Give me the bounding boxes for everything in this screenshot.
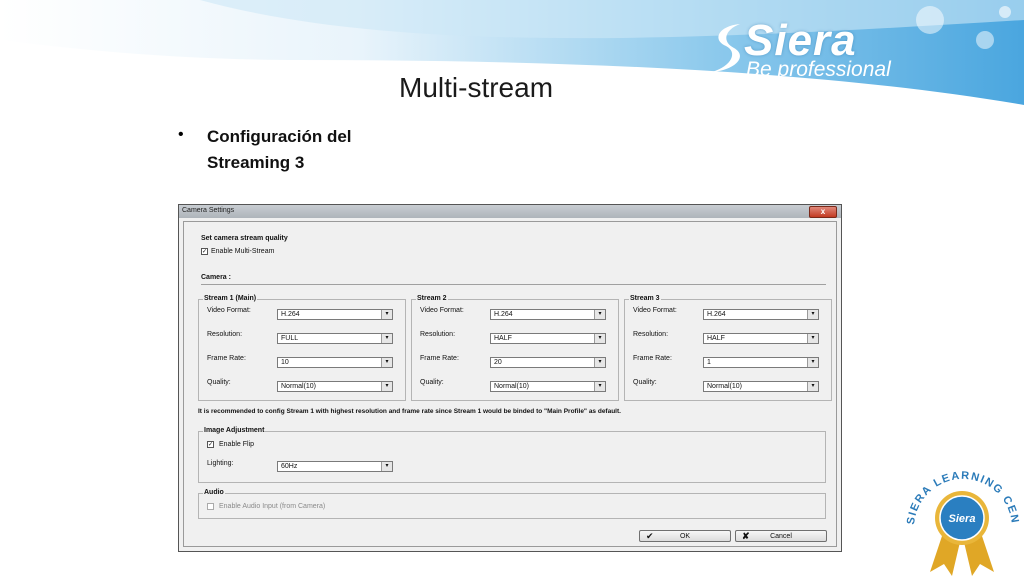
- lighting-select[interactable]: 60Hz ▾: [277, 461, 393, 472]
- chevron-down-icon: ▾: [594, 310, 605, 319]
- bullet-text: Configuración del Streaming 3: [207, 127, 352, 172]
- chevron-down-icon: ▾: [594, 382, 605, 391]
- quality-label: Quality:: [633, 379, 657, 386]
- quality-label: Quality:: [207, 379, 231, 386]
- chevron-down-icon: ▾: [594, 334, 605, 343]
- stream-3-group: Stream 3 Video Format: H.264 ▾ Resolution…: [624, 295, 832, 401]
- enable-multistream-label: Enable Multi-Stream: [211, 248, 275, 255]
- bullet-dot: •: [178, 126, 184, 143]
- enable-flip-label: Enable Flip: [219, 441, 255, 448]
- chevron-down-icon: ▾: [594, 358, 605, 367]
- logo-tagline: Be professional: [746, 58, 891, 81]
- stream-2-group: Stream 2 Video Format: H.264 ▾ Resolution…: [411, 295, 619, 401]
- stream-2-title: Stream 2: [416, 295, 448, 302]
- video-format-label: Video Format:: [633, 307, 677, 314]
- stream-3-title: Stream 3: [629, 295, 661, 302]
- dialog-body: Set camera stream quality ✓ Enable Multi…: [183, 221, 837, 547]
- audio-title: Audio: [203, 489, 225, 496]
- stream-1-group: Stream 1 (Main) Video Format: H.264 ▾ Res…: [198, 295, 406, 401]
- siera-learning-center-badge: SIERA LEARNING CENTER Siera: [895, 457, 1020, 576]
- stream-2-frame-rate-select[interactable]: 20 ▾: [490, 357, 606, 368]
- stream-3-frame-rate-select[interactable]: 1 ▾: [703, 357, 819, 368]
- slide-title: Multi-stream: [399, 72, 554, 103]
- frame-rate-label: Frame Rate:: [420, 355, 459, 362]
- enable-audio-label: Enable Audio Input (from Camera): [219, 503, 326, 510]
- enable-audio-checkbox[interactable]: [207, 503, 214, 510]
- dialog-titlebar[interactable]: Camera Settings x: [179, 205, 841, 218]
- stream-1-resolution-select[interactable]: FULL ▾: [277, 333, 393, 344]
- stream-1-video-format-select[interactable]: H.264 ▾: [277, 309, 393, 320]
- chevron-down-icon: ▾: [807, 358, 818, 367]
- chevron-down-icon: ▾: [807, 310, 818, 319]
- stream-3-video-format-select[interactable]: H.264 ▾: [703, 309, 819, 320]
- frame-rate-label: Frame Rate:: [207, 355, 246, 362]
- video-format-label: Video Format:: [207, 307, 251, 314]
- resolution-label: Resolution:: [420, 331, 456, 338]
- stream-3-quality-select[interactable]: Normal(10) ▾: [703, 381, 819, 392]
- stream-2-quality-select[interactable]: Normal(10) ▾: [490, 381, 606, 392]
- camera-settings-dialog: Camera Settings x Set camera stream qual…: [178, 204, 842, 552]
- cancel-button[interactable]: ✘ Cancel: [735, 530, 827, 542]
- siera-logo: Siera Be professional: [708, 14, 928, 84]
- dialog-heading: Set camera stream quality: [201, 235, 288, 242]
- ok-button[interactable]: ✔ OK: [639, 530, 731, 542]
- video-format-label: Video Format:: [420, 307, 464, 314]
- image-adjustment-group: Image Adjustment ✓ Enable Flip Lighting:…: [198, 427, 826, 483]
- enable-flip-checkbox[interactable]: ✓: [207, 441, 214, 448]
- stream-1-frame-rate-select[interactable]: 10 ▾: [277, 357, 393, 368]
- camera-label: Camera :: [201, 274, 231, 281]
- close-button[interactable]: x: [809, 206, 837, 218]
- recommendation-note: It is recommended to config Stream 1 wit…: [198, 408, 621, 415]
- enable-multistream-checkbox[interactable]: ✓: [201, 248, 208, 255]
- badge-center-text: Siera: [949, 513, 976, 525]
- lighting-label: Lighting:: [207, 460, 234, 467]
- resolution-label: Resolution:: [633, 331, 669, 338]
- chevron-down-icon: ▾: [381, 358, 392, 367]
- chevron-down-icon: ▾: [381, 462, 392, 471]
- stream-2-video-format-select[interactable]: H.264 ▾: [490, 309, 606, 320]
- image-adjustment-title: Image Adjustment: [203, 427, 266, 434]
- logo-swoosh-icon: [712, 24, 740, 72]
- quality-label: Quality:: [420, 379, 444, 386]
- chevron-down-icon: ▾: [381, 334, 392, 343]
- audio-group: Audio Enable Audio Input (from Camera): [198, 489, 826, 519]
- stream-1-title: Stream 1 (Main): [203, 295, 258, 302]
- stream-1-quality-select[interactable]: Normal(10) ▾: [277, 381, 393, 392]
- frame-rate-label: Frame Rate:: [633, 355, 672, 362]
- chevron-down-icon: ▾: [381, 382, 392, 391]
- chevron-down-icon: ▾: [381, 310, 392, 319]
- chevron-down-icon: ▾: [807, 334, 818, 343]
- stream-3-resolution-select[interactable]: HALF ▾: [703, 333, 819, 344]
- resolution-label: Resolution:: [207, 331, 243, 338]
- dialog-title: Camera Settings: [182, 207, 235, 214]
- camera-separator: [201, 284, 826, 285]
- stream-2-resolution-select[interactable]: HALF ▾: [490, 333, 606, 344]
- chevron-down-icon: ▾: [807, 382, 818, 391]
